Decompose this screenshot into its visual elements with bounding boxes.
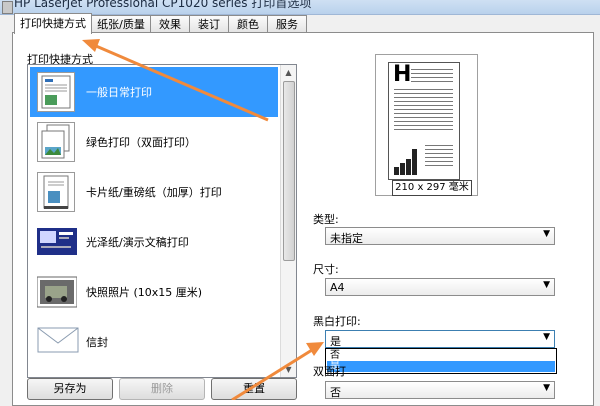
scroll-thumb[interactable] [283, 81, 295, 261]
eco-duplex-icon [37, 122, 75, 162]
tab-shortcuts[interactable]: 打印快捷方式 [14, 13, 92, 34]
preview-heading-glyph: H [393, 62, 412, 87]
photo-icon [36, 272, 78, 312]
duplex-value: 否 [330, 386, 341, 399]
list-item-everyday[interactable]: 一般日常打印 [30, 67, 278, 117]
tab-color[interactable]: 颜色 [228, 15, 268, 33]
reset-button[interactable]: 重置 [211, 378, 297, 400]
list-item-label: 一般日常打印 [86, 86, 152, 99]
option-yes[interactable]: 是 [327, 361, 555, 372]
tab-finishing[interactable]: 装订 [189, 15, 229, 33]
scroll-down-icon[interactable]: ▼ [281, 362, 296, 377]
type-label: 类型: [313, 213, 339, 226]
tab-paper-quality[interactable]: 纸张/质量 [91, 15, 151, 33]
bw-print-value: 是 [330, 335, 341, 348]
shortcut-list[interactable]: 一般日常打印 绿色打印（双面打印） 卡片纸/重磅纸（加厚）打印 光泽纸/演示文稿… [27, 64, 297, 378]
type-value: 未指定 [330, 232, 363, 245]
bw-print-select[interactable]: 是 ▼ [325, 330, 555, 348]
bw-print-label: 黑白打印: [313, 315, 361, 328]
list-scrollbar[interactable]: ▲ ▼ [280, 65, 296, 377]
printer-app-icon [2, 1, 13, 14]
type-select[interactable]: 未指定 ▼ [325, 227, 555, 245]
list-item-glossy[interactable]: 光泽纸/演示文稿打印 [30, 217, 278, 267]
list-item-label: 快照照片 (10x15 厘米) [86, 286, 203, 299]
size-label: 尺寸: [313, 263, 339, 276]
size-select[interactable]: A4 ▼ [325, 278, 555, 296]
paper-size-label: 210 x 297 毫米 [392, 180, 472, 196]
delete-button[interactable]: 删除 [119, 378, 205, 400]
save-as-button[interactable]: 另存为 [27, 378, 113, 400]
scroll-up-icon[interactable]: ▲ [281, 65, 296, 80]
tab-services[interactable]: 服务 [267, 15, 307, 33]
window-title: HP LaserJet Professional CP1020 series 打… [14, 0, 312, 10]
duplex-select[interactable]: 否 ▼ [325, 381, 555, 399]
tab-effects[interactable]: 效果 [150, 15, 190, 33]
duplex-label: 双面打 [313, 365, 346, 378]
list-item-label: 信封 [86, 336, 108, 349]
chevron-down-icon: ▼ [543, 280, 550, 290]
preview-page: H [388, 62, 460, 180]
option-no[interactable]: 否 [327, 350, 555, 361]
size-value: A4 [330, 281, 345, 294]
list-item-label: 光泽纸/演示文稿打印 [86, 236, 189, 249]
list-item-eco-duplex[interactable]: 绿色打印（双面打印） [30, 117, 278, 167]
cardstock-doc-icon [37, 172, 75, 212]
list-item-label: 绿色打印（双面打印） [86, 136, 196, 149]
list-item-snapshot[interactable]: 快照照片 (10x15 厘米) [30, 267, 278, 317]
list-item-envelope[interactable]: 信封 [30, 317, 278, 367]
bw-print-dropdown[interactable]: 否 是 [325, 348, 557, 374]
chevron-down-icon: ▼ [543, 229, 550, 239]
chevron-down-icon: ▼ [543, 383, 550, 393]
list-item-cardstock[interactable]: 卡片纸/重磅纸（加厚）打印 [30, 167, 278, 217]
everyday-doc-icon [37, 72, 75, 112]
envelope-icon [37, 322, 79, 362]
chevron-down-icon: ▼ [543, 332, 550, 342]
presentation-icon [37, 222, 77, 262]
list-item-label: 卡片纸/重磅纸（加厚）打印 [86, 186, 222, 199]
